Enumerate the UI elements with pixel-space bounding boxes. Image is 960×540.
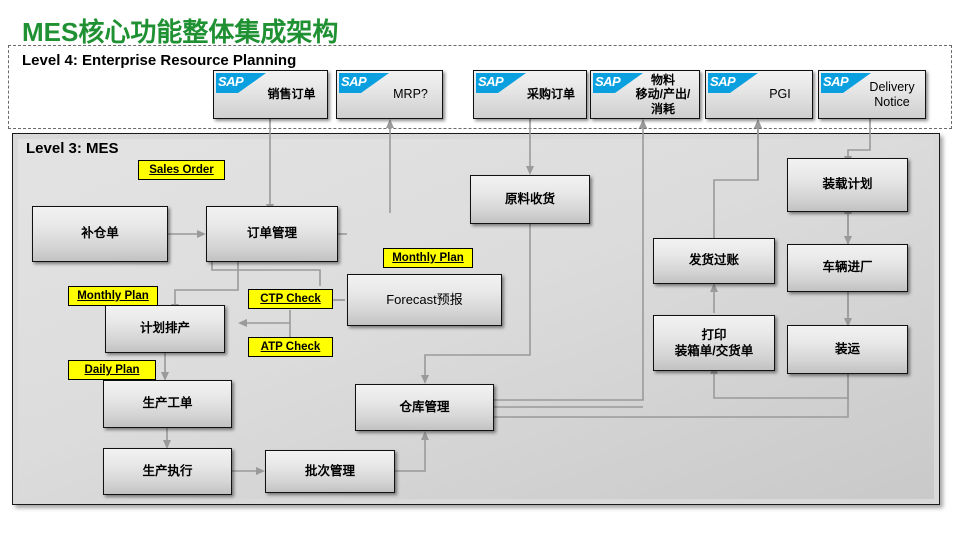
- erp-box-purchase-order[interactable]: SAP 采购订单: [473, 70, 587, 119]
- mes-box-production-work-order[interactable]: 生产工单: [103, 380, 232, 428]
- erp-box-material-movement-label: 物料 移动/产出/消耗: [635, 72, 691, 116]
- annotation-monthly-plan-left[interactable]: Monthly Plan: [68, 286, 158, 306]
- annotation-daily-plan-label: Daily Plan: [84, 364, 140, 376]
- annotation-daily-plan[interactable]: Daily Plan: [68, 360, 156, 380]
- mes-box-vehicle-entry[interactable]: 车辆进厂: [787, 244, 908, 292]
- mes-box-batch-management[interactable]: 批次管理: [265, 450, 395, 493]
- annotation-ctp-check-label: CTP Check: [260, 293, 321, 305]
- mes-box-shipping-label: 装运: [834, 341, 860, 356]
- annotation-sales-order[interactable]: Sales Order: [138, 160, 225, 180]
- erp-box-sales-order-label: 销售订单: [267, 87, 316, 102]
- mes-box-delivery-posting-label: 发货过账: [688, 253, 739, 268]
- sap-logo-icon: SAP: [476, 73, 526, 93]
- erp-box-purchase-order-label: 采购订单: [526, 87, 575, 102]
- erp-box-sales-order[interactable]: SAP 销售订单: [213, 70, 328, 119]
- mes-box-print-packing-list-label: 打印 装箱单/交货单: [674, 327, 754, 358]
- erp-box-pgi-label: PGI: [769, 87, 791, 101]
- mes-box-warehouse-management[interactable]: 仓库管理: [355, 384, 494, 431]
- mes-box-loading-plan[interactable]: 装载计划: [787, 158, 908, 212]
- erp-box-delivery-notice[interactable]: SAP Delivery Notice: [818, 70, 926, 119]
- annotation-monthly-plan-right[interactable]: Monthly Plan: [383, 248, 473, 268]
- mes-box-material-receipt[interactable]: 原料收货: [470, 175, 590, 224]
- mes-box-shipping[interactable]: 装运: [787, 325, 908, 374]
- mes-box-delivery-posting[interactable]: 发货过账: [653, 238, 775, 284]
- mes-box-batch-management-label: 批次管理: [304, 463, 355, 478]
- erp-box-material-movement[interactable]: SAP 物料 移动/产出/消耗: [590, 70, 700, 119]
- mes-box-replenishment-order-label: 补仓单: [81, 226, 119, 241]
- mes-box-production-planning-label: 计划排产: [139, 321, 190, 336]
- mes-box-print-packing-list[interactable]: 打印 装箱单/交货单: [653, 315, 775, 371]
- mes-box-order-management-label: 订单管理: [246, 226, 297, 241]
- mes-box-production-work-order-label: 生产工单: [142, 396, 193, 411]
- sap-logo-icon: SAP: [216, 73, 266, 93]
- mes-box-production-execution[interactable]: 生产执行: [103, 448, 232, 495]
- erp-box-mrp[interactable]: SAP MRP?: [336, 70, 443, 119]
- mes-box-production-execution-label: 生产执行: [142, 463, 193, 478]
- mes-box-material-receipt-label: 原料收货: [504, 191, 555, 206]
- mes-box-warehouse-management-label: 仓库管理: [399, 399, 450, 414]
- erp-box-pgi[interactable]: SAP PGI: [705, 70, 813, 119]
- annotation-ctp-check[interactable]: CTP Check: [248, 289, 333, 309]
- annotation-sales-order-label: Sales Order: [149, 164, 214, 176]
- diagram-canvas: MES核心功能整体集成架构 Level 4: Enterprise Resour…: [0, 0, 960, 540]
- erp-box-mrp-label: MRP?: [393, 87, 428, 101]
- mes-box-loading-plan-label: 装载计划: [822, 177, 873, 192]
- mes-box-forecast-label: Forecast预报: [386, 291, 463, 307]
- annotation-monthly-plan-right-label: Monthly Plan: [392, 252, 464, 264]
- annotation-atp-check-label: ATP Check: [260, 341, 321, 353]
- sap-logo-icon: SAP: [708, 73, 758, 93]
- mes-box-order-management[interactable]: 订单管理: [206, 206, 338, 262]
- erp-box-delivery-notice-label: Delivery Notice: [869, 79, 915, 109]
- annotation-atp-check[interactable]: ATP Check: [248, 337, 333, 357]
- mes-box-production-planning[interactable]: 计划排产: [105, 305, 225, 353]
- mes-box-replenishment-order[interactable]: 补仓单: [32, 206, 168, 262]
- sap-logo-icon: SAP: [339, 73, 389, 93]
- annotation-monthly-plan-left-label: Monthly Plan: [77, 290, 149, 302]
- mes-box-forecast[interactable]: Forecast预报: [347, 274, 502, 326]
- mes-box-vehicle-entry-label: 车辆进厂: [822, 260, 873, 275]
